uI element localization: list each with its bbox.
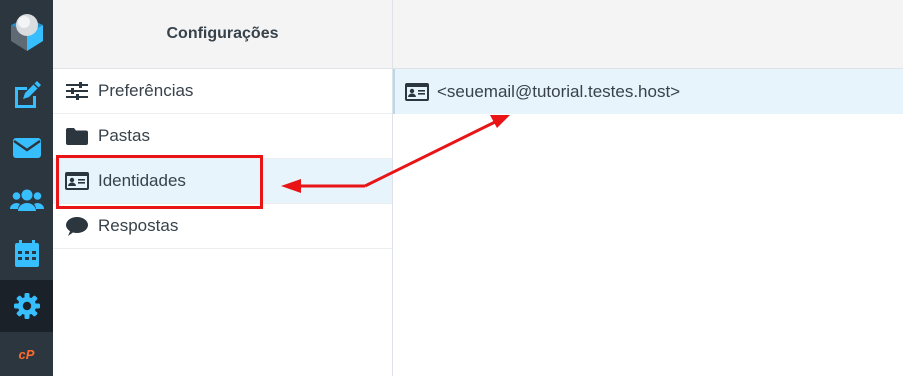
settings-list: Preferências Pastas Identidades Resposta…	[53, 69, 392, 249]
settings-item-label: Respostas	[98, 216, 179, 235]
settings-panel: Configurações Preferências Pastas Identi…	[53, 0, 393, 376]
identity-row[interactable]: <seuemail@tutorial.testes.host>	[393, 69, 903, 114]
settings-item-label: Pastas	[98, 126, 150, 145]
contacts-icon	[9, 189, 44, 211]
contacts-button[interactable]	[0, 174, 53, 226]
settings-title: Configurações	[166, 25, 279, 42]
identities-header	[393, 0, 903, 69]
calendar-icon	[14, 240, 39, 267]
settings-item-label: Preferências	[98, 81, 194, 100]
sliders-icon	[65, 81, 89, 101]
cpanel-logo-text: cP	[18, 346, 35, 362]
settings-item-identidades[interactable]: Identidades	[53, 159, 392, 204]
compose-icon	[14, 81, 41, 108]
identity-email: <seuemail@tutorial.testes.host>	[437, 81, 681, 101]
roundcube-logo[interactable]	[0, 0, 53, 64]
compose-button[interactable]	[0, 70, 53, 122]
settings-item-pastas[interactable]: Pastas	[53, 114, 392, 159]
calendar-button[interactable]	[0, 228, 53, 280]
id-card-icon	[65, 171, 89, 191]
cpanel-link[interactable]: cP	[0, 332, 53, 376]
mail-button[interactable]	[0, 122, 53, 174]
settings-header: Configurações	[53, 0, 392, 69]
identities-panel: <seuemail@tutorial.testes.host>	[393, 0, 903, 376]
icon-rail: cP	[0, 0, 53, 376]
settings-button[interactable]	[0, 280, 53, 332]
comment-icon	[65, 216, 89, 236]
settings-gear-icon	[13, 293, 40, 319]
roundcube-app: cP Configurações Preferências Pastas Ide…	[0, 0, 903, 376]
mail-icon	[12, 138, 41, 158]
folder-icon	[65, 126, 89, 146]
settings-item-label: Identidades	[98, 171, 186, 190]
settings-item-respostas[interactable]: Respostas	[53, 204, 392, 249]
id-card-icon	[405, 82, 431, 102]
settings-item-preferencias[interactable]: Preferências	[53, 69, 392, 114]
